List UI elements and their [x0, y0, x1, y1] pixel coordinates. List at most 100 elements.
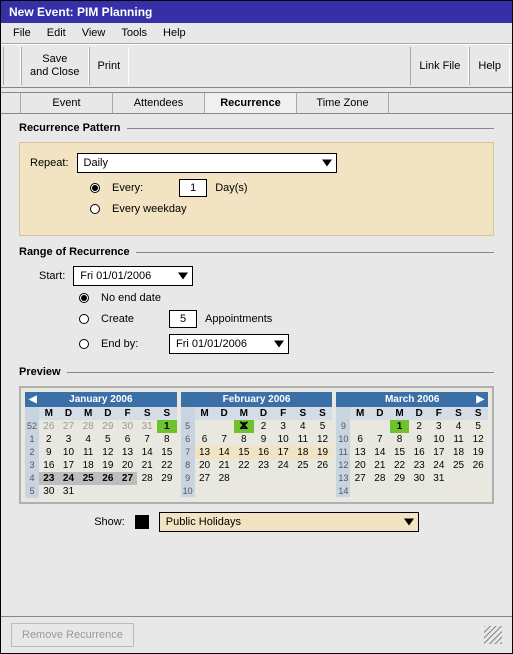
calendar-day[interactable]: 30: [118, 420, 138, 433]
calendar-day[interactable]: 28: [214, 472, 234, 485]
calendar-day[interactable]: 20: [350, 459, 370, 472]
calendar-day[interactable]: 28: [370, 472, 390, 485]
save-and-close-button[interactable]: Save and Close: [21, 47, 89, 85]
calendar-day[interactable]: 13: [350, 446, 370, 459]
calendar-day[interactable]: 17: [429, 446, 449, 459]
calendar-day[interactable]: 27: [195, 472, 215, 485]
calendar-day[interactable]: 26: [313, 459, 333, 472]
calendar-day[interactable]: 15: [234, 446, 254, 459]
calendar-day[interactable]: 28: [137, 472, 157, 485]
print-button[interactable]: Print: [89, 47, 130, 85]
link-file-button[interactable]: Link File: [410, 47, 469, 85]
calendar-day[interactable]: 19: [468, 446, 488, 459]
calendar-day[interactable]: 10: [429, 433, 449, 446]
calendar-day[interactable]: 31: [59, 485, 79, 498]
calendar-day[interactable]: 28: [78, 420, 98, 433]
calendar-day[interactable]: 1: [157, 420, 177, 433]
calendar-day[interactable]: 8: [234, 433, 254, 446]
calendar-day[interactable]: 16: [39, 459, 59, 472]
calendar-day[interactable]: 12: [468, 433, 488, 446]
calendar-day[interactable]: 5: [468, 420, 488, 433]
menu-file[interactable]: File: [7, 25, 37, 41]
calendar-day[interactable]: 31: [137, 420, 157, 433]
calendar-day[interactable]: 10: [59, 446, 79, 459]
calendar-day[interactable]: 1: [234, 420, 254, 433]
calendar-day[interactable]: 5: [313, 420, 333, 433]
calendar-day[interactable]: 13: [118, 446, 138, 459]
calendar-day[interactable]: 8: [157, 433, 177, 446]
prev-month-icon[interactable]: ◀: [29, 394, 37, 405]
calendar-day[interactable]: 15: [157, 446, 177, 459]
calendar-day[interactable]: 12: [313, 433, 333, 446]
calendar-day[interactable]: 21: [137, 459, 157, 472]
calendar-day[interactable]: 24: [429, 459, 449, 472]
every-radio[interactable]: [90, 183, 100, 193]
calendar-day[interactable]: 14: [214, 446, 234, 459]
menu-tools[interactable]: Tools: [115, 25, 153, 41]
calendar-day[interactable]: 29: [98, 420, 118, 433]
calendar-day[interactable]: 11: [78, 446, 98, 459]
repeat-dropdown[interactable]: Daily: [77, 153, 337, 173]
calendar-day[interactable]: 11: [293, 433, 313, 446]
calendar-day[interactable]: 23: [254, 459, 274, 472]
calendar-day[interactable]: 21: [370, 459, 390, 472]
calendar-day[interactable]: 23: [409, 459, 429, 472]
calendar-day[interactable]: 6: [118, 433, 138, 446]
calendar-day[interactable]: 26: [98, 472, 118, 485]
menu-view[interactable]: View: [76, 25, 112, 41]
calendar-day[interactable]: 22: [234, 459, 254, 472]
calendar-day[interactable]: 21: [214, 459, 234, 472]
calendar-day[interactable]: 3: [273, 420, 293, 433]
every-value-input[interactable]: 1: [179, 179, 207, 197]
calendar-day[interactable]: 22: [157, 459, 177, 472]
calendar-day[interactable]: 29: [390, 472, 410, 485]
calendar-day[interactable]: 6: [195, 433, 215, 446]
calendar-day[interactable]: 8: [390, 433, 410, 446]
calendar-day[interactable]: 11: [449, 433, 469, 446]
calendar-day[interactable]: 4: [449, 420, 469, 433]
calendar-day[interactable]: 27: [118, 472, 138, 485]
calendar-day[interactable]: 16: [254, 446, 274, 459]
calendar-day[interactable]: 13: [195, 446, 215, 459]
calendar-day[interactable]: 27: [59, 420, 79, 433]
calendar-day[interactable]: 15: [390, 446, 410, 459]
calendar-day[interactable]: 9: [409, 433, 429, 446]
calendar-day[interactable]: 17: [273, 446, 293, 459]
calendar-day[interactable]: 19: [98, 459, 118, 472]
calendar-day[interactable]: 30: [39, 485, 59, 498]
tab-event[interactable]: Event: [21, 93, 113, 113]
calendar-day[interactable]: 23: [39, 472, 59, 485]
help-button[interactable]: Help: [469, 47, 510, 85]
calendar-day[interactable]: 18: [449, 446, 469, 459]
create-count-input[interactable]: 5: [169, 310, 197, 328]
calendar-day[interactable]: 2: [39, 433, 59, 446]
calendar-day[interactable]: 26: [468, 459, 488, 472]
menu-help[interactable]: Help: [157, 25, 192, 41]
resize-grip[interactable]: [484, 626, 502, 644]
calendar-day[interactable]: 9: [39, 446, 59, 459]
show-dropdown[interactable]: Public Holidays: [159, 512, 419, 532]
calendar-day[interactable]: 18: [78, 459, 98, 472]
calendar-day[interactable]: 4: [78, 433, 98, 446]
remove-recurrence-button[interactable]: Remove Recurrence: [11, 623, 134, 647]
calendar-day[interactable]: 30: [409, 472, 429, 485]
calendar-day[interactable]: 17: [59, 459, 79, 472]
every-weekday-radio[interactable]: [90, 204, 100, 214]
tab-recurrence[interactable]: Recurrence: [205, 93, 297, 113]
calendar-day[interactable]: 25: [78, 472, 98, 485]
calendar-day[interactable]: 26: [39, 420, 59, 433]
end-by-dropdown[interactable]: Fri 01/01/2006: [169, 334, 289, 354]
tab-attendees[interactable]: Attendees: [113, 93, 205, 113]
calendar-day[interactable]: 18: [293, 446, 313, 459]
create-radio[interactable]: [79, 314, 89, 324]
calendar-day[interactable]: 10: [273, 433, 293, 446]
calendar-day[interactable]: 3: [59, 433, 79, 446]
calendar-day[interactable]: 19: [313, 446, 333, 459]
calendar-day[interactable]: 4: [293, 420, 313, 433]
calendar-day[interactable]: 20: [195, 459, 215, 472]
calendar-day[interactable]: 3: [429, 420, 449, 433]
calendar-day[interactable]: 5: [98, 433, 118, 446]
tab-timezone[interactable]: Time Zone: [297, 93, 389, 113]
calendar-day[interactable]: 31: [429, 472, 449, 485]
next-month-icon[interactable]: ▶: [476, 394, 484, 405]
